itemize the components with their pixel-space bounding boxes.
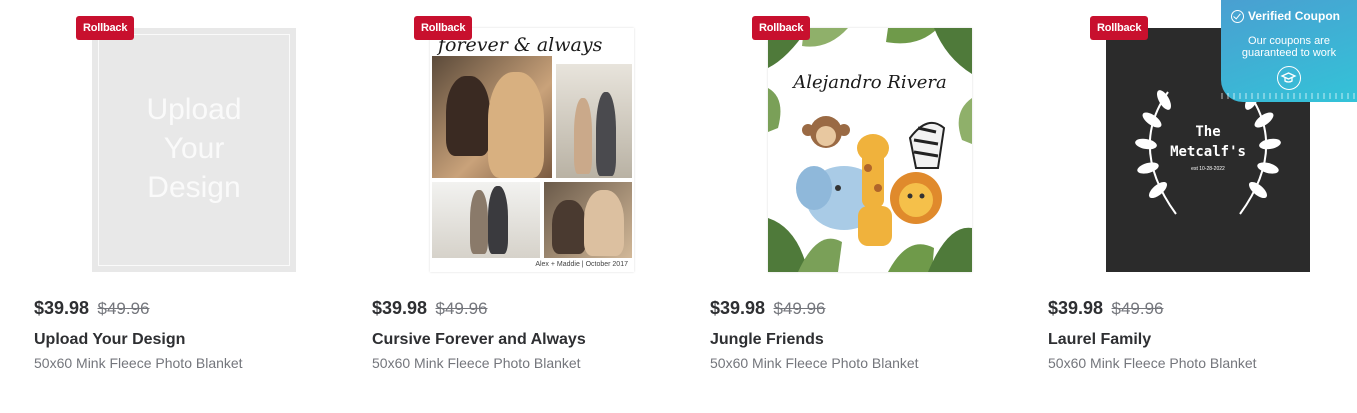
was-price: $49.96	[773, 299, 826, 318]
family-name: The Metcalf's	[1170, 124, 1246, 160]
was-price: $49.96	[97, 299, 150, 318]
price-row: $39.98 $49.96	[372, 298, 488, 319]
photo-couple-laughing	[544, 182, 632, 258]
product-title[interactable]: Cursive Forever and Always	[372, 331, 586, 349]
product-card-cursive-forever-and-always[interactable]: Rollback forever & always Alex + Maddie …	[372, 0, 672, 413]
rollback-badge: Rollback	[1090, 16, 1149, 40]
coupon-header: Verified Coupon	[1231, 9, 1340, 23]
rollback-badge: Rollback	[76, 16, 135, 40]
personalized-name: Alejandro Rivera	[793, 72, 947, 93]
verified-coupon-widget[interactable]: Verified Coupon Our coupons are guarante…	[1221, 0, 1357, 102]
product-image[interactable]: Upload Your Design	[92, 28, 296, 272]
product-image[interactable]: Alejandro Rivera	[768, 28, 972, 272]
product-title[interactable]: Upload Your Design	[34, 331, 185, 349]
upload-placeholder-text: Upload Your Design	[146, 93, 242, 204]
jungle-illustration	[768, 28, 972, 272]
coupon-title: Verified Coupon	[1248, 9, 1341, 23]
product-subtitle: 50x60 Mink Fleece Photo Blanket	[34, 355, 243, 371]
photo-couple-closeup	[432, 56, 552, 178]
current-price: $39.98	[34, 298, 90, 318]
photo-caption: Alex + Maddie | October 2017	[535, 261, 628, 268]
was-price: $49.96	[1111, 299, 1164, 318]
price-row: $39.98 $49.96	[710, 298, 826, 319]
product-subtitle: 50x60 Mink Fleece Photo Blanket	[372, 355, 581, 371]
price-row: $39.98 $49.96	[34, 298, 150, 319]
rollback-badge: Rollback	[414, 16, 473, 40]
coupon-message: Our coupons are guaranteed to work	[1241, 35, 1337, 59]
was-price: $49.96	[435, 299, 488, 318]
product-title[interactable]: Laurel Family	[1048, 331, 1151, 349]
current-price: $39.98	[1048, 298, 1104, 318]
graduation-cap-icon	[1277, 66, 1301, 90]
product-card-jungle-friends[interactable]: Rollback Alejandro Rivera $39.98 $49.96 …	[710, 0, 1010, 413]
current-price: $39.98	[710, 298, 766, 318]
product-image[interactable]: forever & always Alex + Maddie | October…	[430, 28, 634, 272]
product-card-upload-your-design[interactable]: Rollback Upload Your Design $39.98 $49.9…	[34, 0, 334, 413]
decorative-dots	[1221, 93, 1357, 99]
product-title[interactable]: Jungle Friends	[710, 331, 824, 349]
product-subtitle: 50x60 Mink Fleece Photo Blanket	[710, 355, 919, 371]
current-price: $39.98	[372, 298, 428, 318]
price-row: $39.98 $49.96	[1048, 298, 1164, 319]
product-subtitle: 50x60 Mink Fleece Photo Blanket	[1048, 355, 1257, 371]
photo-couple-walking	[556, 64, 632, 178]
rollback-badge: Rollback	[752, 16, 811, 40]
photo-couple-snow	[432, 182, 540, 258]
check-circle-icon	[1231, 10, 1244, 23]
established-date: est 10-28-2022	[1191, 166, 1225, 172]
